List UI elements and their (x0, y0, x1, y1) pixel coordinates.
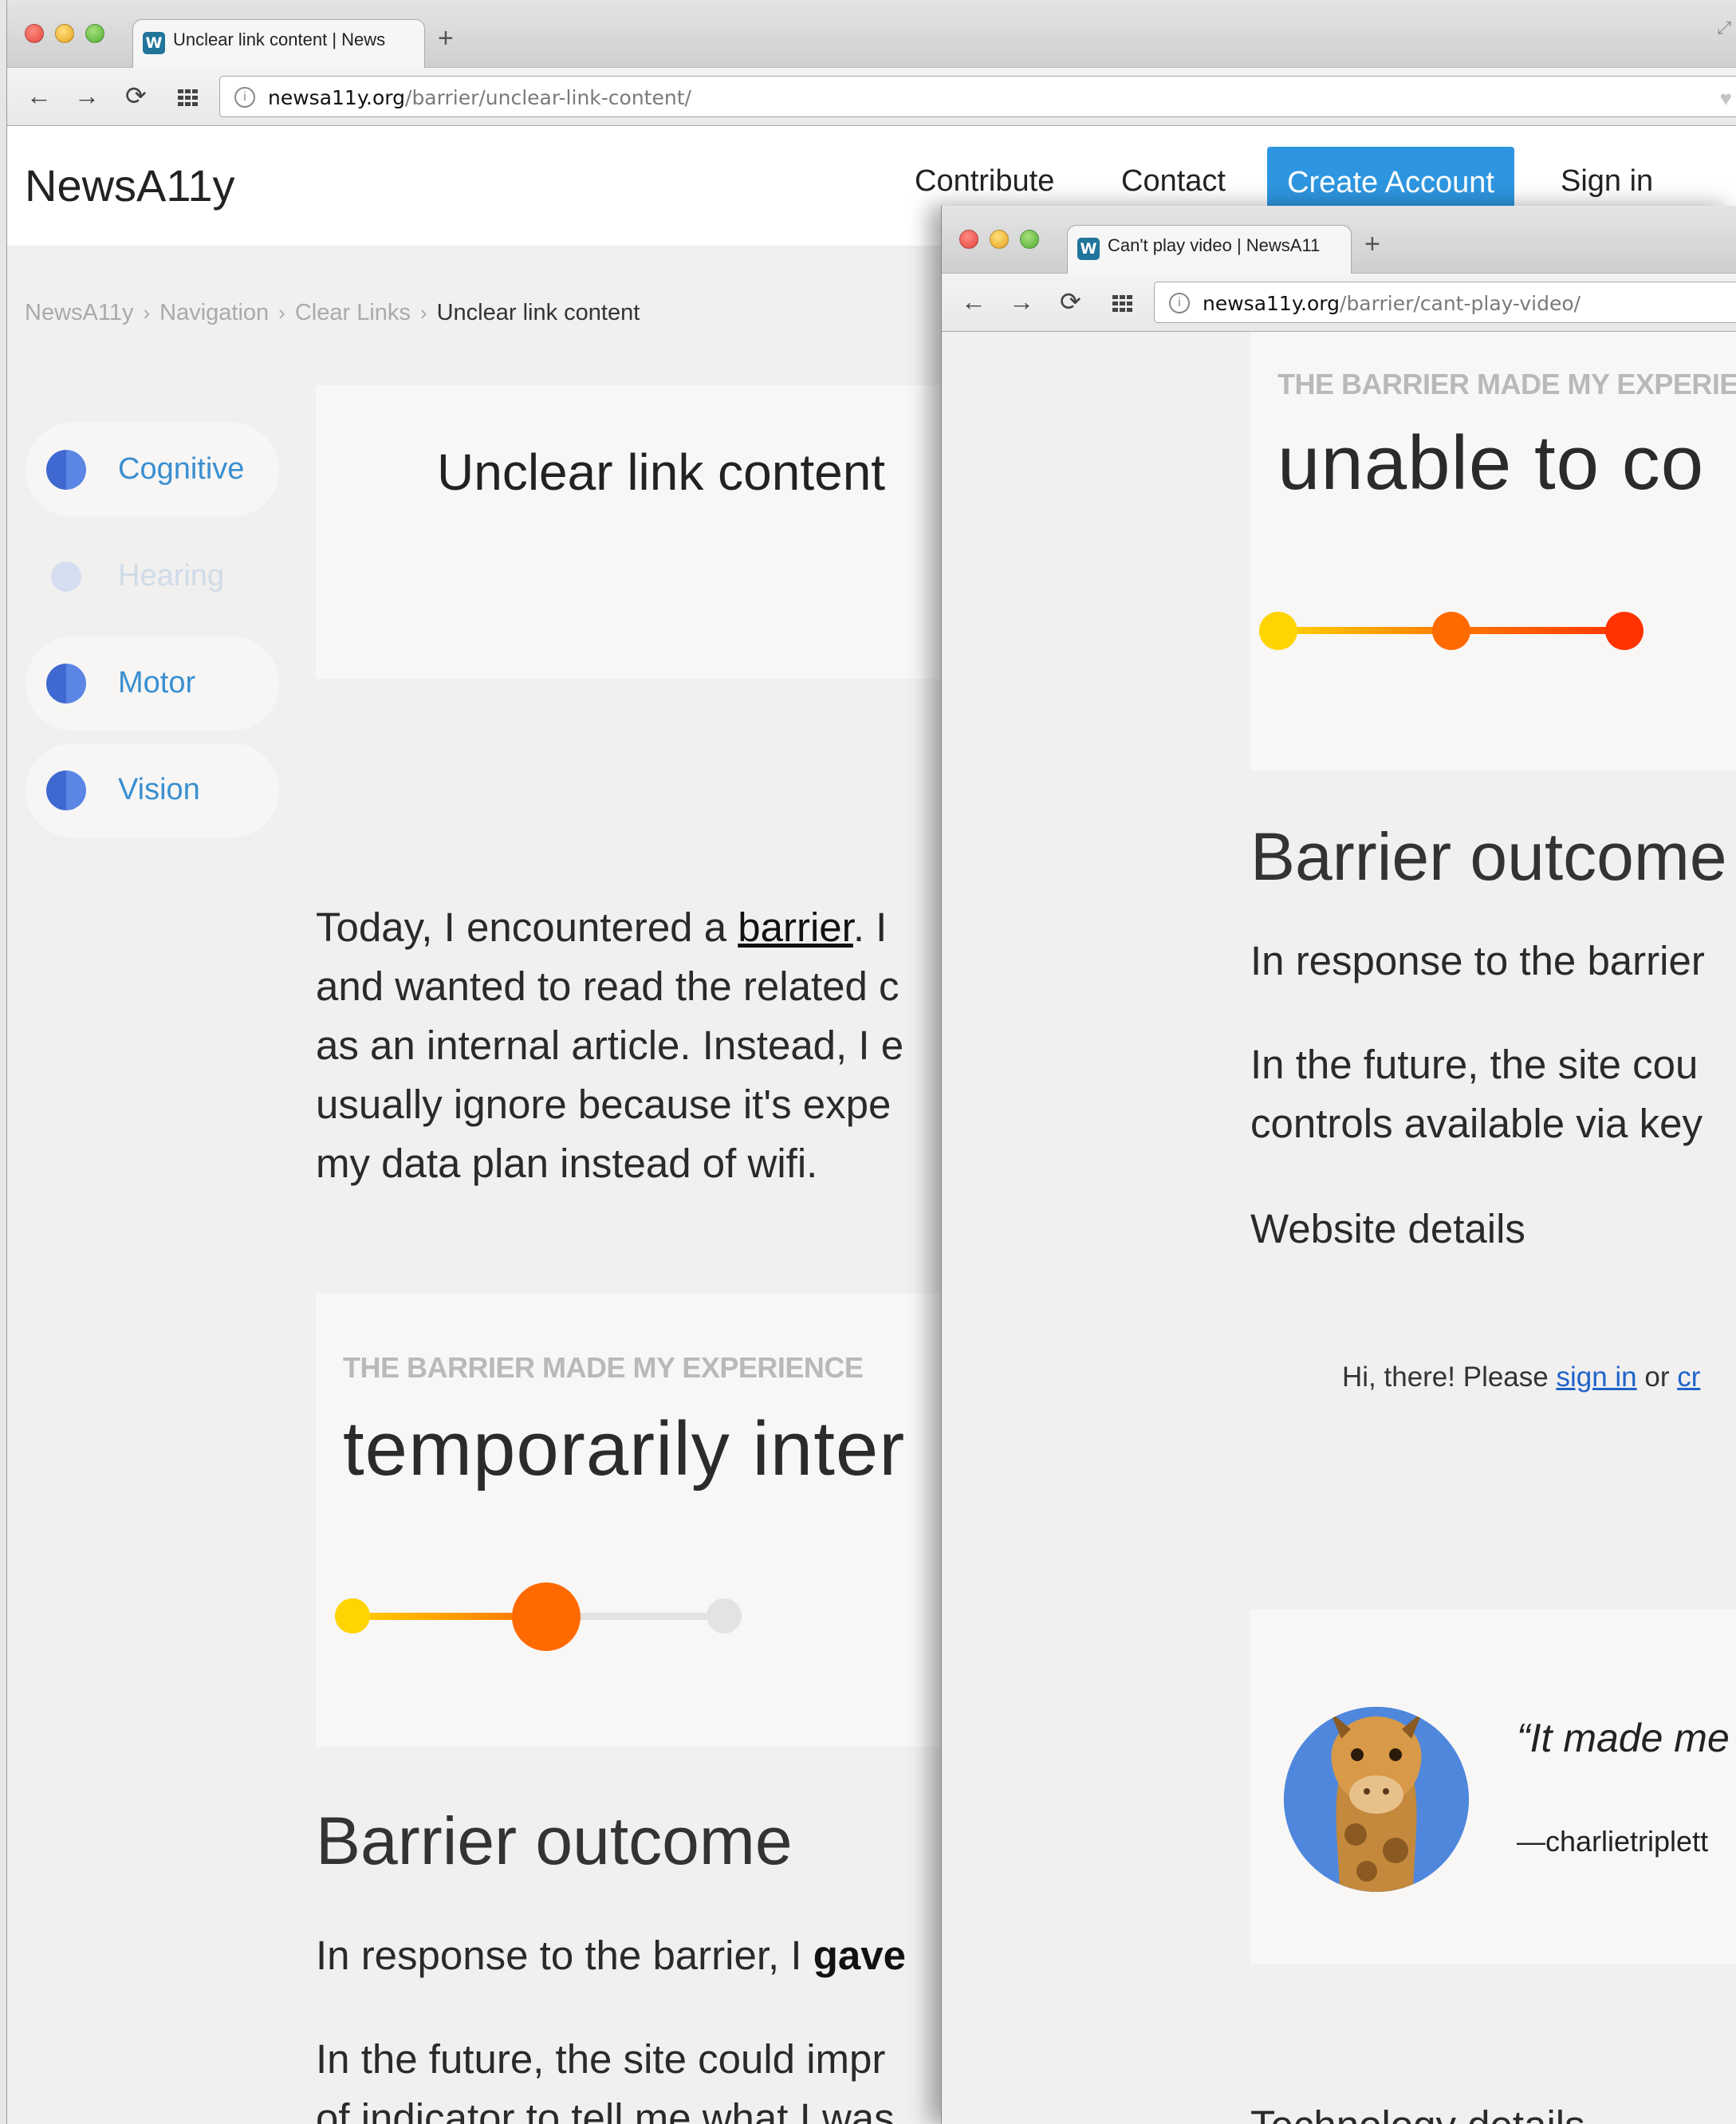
wordpress-favicon-icon: W (143, 32, 165, 54)
outcome-future: In the future, the site could impr of in… (316, 2036, 895, 2124)
browser-window-second: W Can't play video | NewsA11 + ← → ⟳ i n… (941, 206, 1736, 2124)
experience-kicker: THE BARRIER MADE MY EXPERIENCE (343, 1351, 864, 1384)
scale-point-mid (1432, 612, 1470, 650)
title-card: Unclear link content (316, 385, 970, 679)
avatar (1284, 1707, 1469, 1892)
sidebar-item-label: Cognitive (118, 452, 245, 486)
breadcrumb-current: Unclear link content (436, 300, 640, 325)
new-tab-button[interactable]: + (438, 19, 454, 57)
breadcrumb-navigation[interactable]: Navigation (159, 300, 269, 325)
outcome-response: In response to the barrier, I gave (316, 1933, 906, 1978)
technology-details-heading[interactable]: Technology details (1250, 2096, 1585, 2124)
sidebar-item-label: Vision (118, 773, 200, 806)
breadcrumb-separator: › (419, 301, 427, 325)
sidebar-item-hearing[interactable]: Hearing (26, 530, 279, 624)
back-arrow-icon[interactable]: ← (961, 287, 986, 316)
browser-tab-active[interactable]: W Can't play video | NewsA11 (1067, 225, 1352, 274)
scale-point-selected (1605, 612, 1643, 650)
breadcrumb: NewsA11y › Navigation › Clear Links › Unclear … (25, 300, 640, 326)
testimonial-author[interactable]: —charlietriplett (1517, 1825, 1708, 1858)
barrier-link[interactable]: barrier (738, 904, 853, 950)
reload-icon[interactable]: ⟳ (125, 81, 147, 110)
nav-contact[interactable]: Contact (1121, 164, 1226, 199)
sidebar-item-cognitive[interactable]: Cognitive (26, 423, 279, 517)
giraffe-avatar-icon (1284, 1707, 1469, 1892)
create-account-link[interactable]: cr (1677, 1361, 1700, 1393)
tab-strip: W Unclear link content | News + ⤢ (7, 0, 1736, 69)
barrier-outcome-heading: Barrier outcome (316, 1803, 793, 1878)
scale-point-low (1259, 612, 1297, 650)
hearing-icon (51, 562, 81, 592)
outcome-future: In the future, the site cou controls ava… (1250, 1042, 1703, 1146)
close-window-button[interactable] (959, 230, 978, 249)
fullscreen-icon[interactable]: ⤢ (1717, 18, 1731, 38)
url-text: newsa11y.org/barrier/unclear-link-conten… (268, 86, 691, 109)
zoom-window-button[interactable] (1020, 230, 1039, 249)
bookmark-heart-icon[interactable]: ♥ (1720, 86, 1732, 111)
vision-icon (46, 770, 86, 810)
apps-grid-icon[interactable] (1112, 295, 1133, 313)
sign-in-link[interactable]: Sign in (1561, 164, 1653, 199)
sign-in-link[interactable]: sign in (1556, 1361, 1636, 1393)
page-title: Unclear link content (437, 443, 886, 501)
barrier-outcome-heading: Barrier outcome (1250, 819, 1727, 894)
barrier-story: Today, I encountered a barrier. I and wa… (316, 904, 904, 1186)
testimonial-quote: “It made me (1517, 1716, 1730, 1760)
sidebar-item-label: Hearing (118, 559, 225, 593)
outcome-response: In response to the barrier (1250, 938, 1705, 983)
reload-icon[interactable]: ⟳ (1060, 287, 1081, 316)
experience-kicker: THE BARRIER MADE MY EXPERIEN (1277, 368, 1736, 400)
zoom-window-button[interactable] (85, 24, 104, 43)
minimize-window-button[interactable] (55, 24, 74, 43)
cognitive-icon (46, 450, 86, 490)
back-arrow-icon[interactable]: ← (26, 81, 52, 110)
experience-value: temporarily inter (343, 1406, 906, 1492)
tab-title: Can't play video | NewsA11 (1108, 235, 1321, 255)
forward-arrow-icon[interactable]: → (74, 81, 100, 110)
scale-point-selected (512, 1582, 581, 1651)
minimize-window-button[interactable] (990, 230, 1009, 249)
tab-strip: W Can't play video | NewsA11 + (942, 206, 1736, 274)
breadcrumb-separator: › (143, 301, 151, 325)
nav-contribute[interactable]: Contribute (915, 164, 1054, 199)
sidebar-item-label: Motor (118, 666, 196, 699)
toolbar: ← → ⟳ i newsa11y.org/barrier/cant-play-v… (942, 274, 1736, 332)
experience-value: unable to co (1277, 420, 1705, 506)
browser-tab-active[interactable]: W Unclear link content | News (132, 19, 425, 69)
login-prompt: Hi, there! Please sign in or cr (1342, 1361, 1701, 1393)
site-info-icon[interactable]: i (234, 87, 255, 108)
site-info-icon[interactable]: i (1169, 293, 1190, 313)
scale-point-high (707, 1598, 742, 1633)
breadcrumb-home[interactable]: NewsA11y (25, 300, 133, 325)
forward-arrow-icon[interactable]: → (1009, 287, 1034, 316)
sidebar-item-vision[interactable]: Vision (26, 743, 279, 837)
sidebar-item-motor[interactable]: Motor (26, 636, 279, 731)
breadcrumb-clear-links[interactable]: Clear Links (295, 300, 411, 325)
address-bar[interactable]: i newsa11y.org/barrier/unclear-link-cont… (219, 76, 1736, 117)
close-window-button[interactable] (25, 24, 44, 43)
scale-point-low (335, 1598, 370, 1633)
experience-card: THE BARRIER MADE MY EXPERIENCE temporari… (316, 1294, 970, 1747)
toolbar: ← → ⟳ i newsa11y.org/barrier/unclear-lin… (7, 68, 1736, 126)
new-tab-button[interactable]: + (1364, 225, 1380, 263)
motor-icon (46, 664, 86, 703)
wordpress-favicon-icon: W (1077, 238, 1100, 260)
site-logo[interactable]: NewsA11y (25, 160, 235, 211)
testimonial-card: “It made me —charlietriplett (1250, 1610, 1736, 1964)
breadcrumb-separator: › (278, 301, 285, 325)
tab-title: Unclear link content | News (173, 30, 386, 49)
url-text: newsa11y.org/barrier/cant-play-video/ (1203, 292, 1581, 315)
address-bar[interactable]: i newsa11y.org/barrier/cant-play-video/ (1154, 282, 1736, 323)
experience-card: THE BARRIER MADE MY EXPERIEN unable to c… (1250, 332, 1736, 770)
apps-grid-icon[interactable] (178, 89, 199, 107)
website-details-heading[interactable]: Website details (1250, 1200, 1525, 1259)
